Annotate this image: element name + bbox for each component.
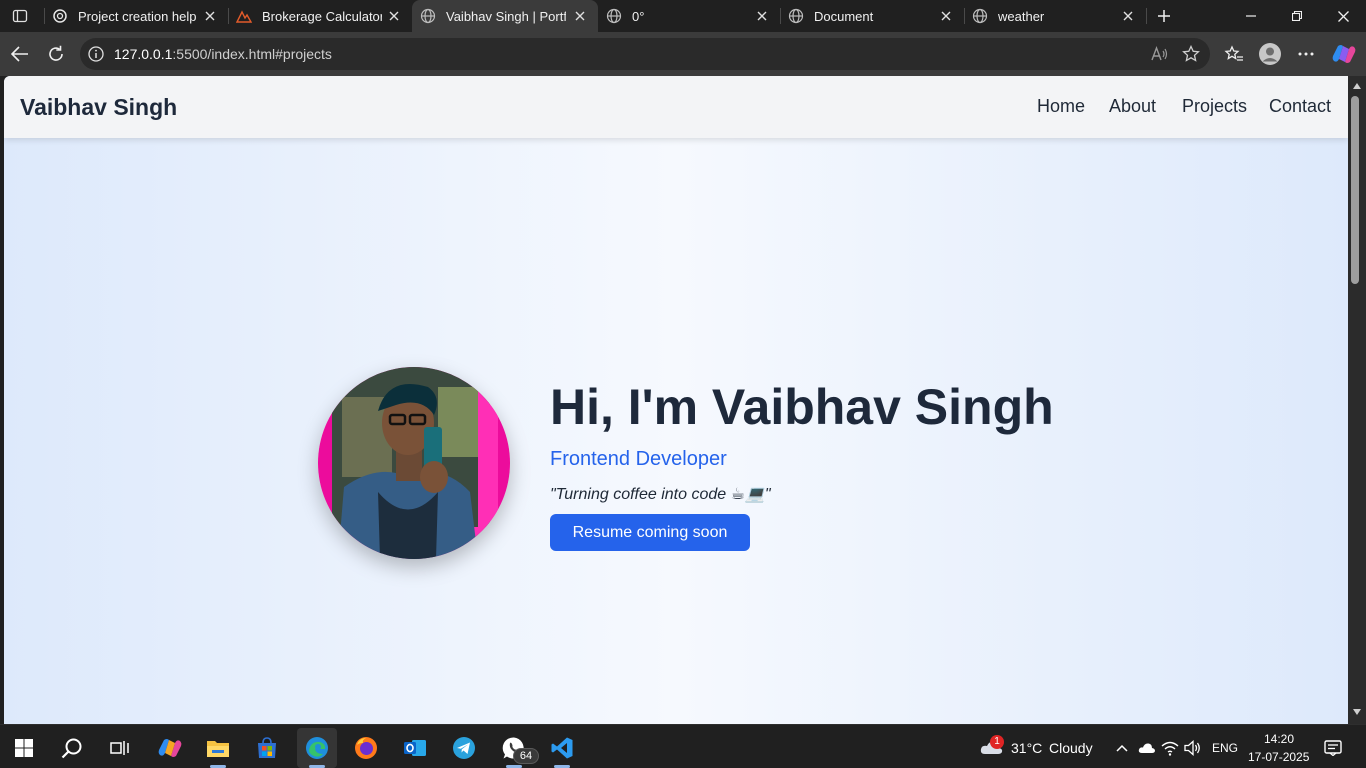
- globe-icon: [606, 8, 622, 24]
- site-brand[interactable]: Vaibhav Singh: [20, 94, 177, 121]
- close-tab-icon[interactable]: [754, 8, 770, 24]
- page-viewport: Vaibhav Singh Home About Projects Contac…: [4, 76, 1348, 724]
- nav-link-about[interactable]: About: [1109, 96, 1156, 117]
- file-explorer-icon[interactable]: [198, 728, 238, 768]
- read-aloud-icon[interactable]: [1146, 40, 1174, 68]
- favorite-star-icon[interactable]: [1177, 40, 1205, 68]
- tab-title: 0°: [632, 8, 645, 24]
- tab-title: Document: [814, 8, 874, 24]
- chatgpt-icon: [52, 8, 68, 24]
- resume-button[interactable]: Resume coming soon: [550, 514, 750, 551]
- site-navbar: Vaibhav Singh Home About Projects Contac…: [4, 76, 1348, 138]
- notification-center-icon[interactable]: [1323, 738, 1343, 758]
- site-info-icon[interactable]: [88, 46, 104, 62]
- nav-link-contact[interactable]: Contact: [1269, 96, 1331, 117]
- back-arrow-icon[interactable]: [6, 40, 34, 68]
- url-host: 127.0.0.1: [114, 46, 173, 62]
- weather-description[interactable]: Cloudy: [1049, 740, 1093, 756]
- refresh-icon[interactable]: [42, 40, 70, 68]
- firefox-icon[interactable]: [346, 728, 386, 768]
- tab-actions-icon[interactable]: [8, 4, 32, 28]
- tab-document[interactable]: Document: [780, 0, 964, 32]
- restore-icon[interactable]: [1274, 0, 1320, 32]
- onedrive-cloud-icon[interactable]: [1137, 738, 1157, 758]
- hero-quote: "Turning coffee into code ☕💻": [550, 486, 771, 503]
- tab-project-creation-help[interactable]: Project creation help: [44, 0, 228, 32]
- tab-title: Project creation help: [78, 8, 197, 24]
- weather-temperature[interactable]: 31°C: [1011, 740, 1042, 756]
- tab-portfolio[interactable]: Vaibhav Singh | Portfolio: [412, 0, 598, 32]
- copilot-app-icon[interactable]: [150, 728, 190, 768]
- clock-date[interactable]: 17-07-2025: [1248, 750, 1309, 764]
- edge-browser-icon[interactable]: [297, 728, 337, 768]
- task-view-icon[interactable]: [100, 728, 140, 768]
- scrollbar-thumb[interactable]: [1351, 96, 1359, 284]
- search-icon[interactable]: [52, 728, 92, 768]
- scroll-up-icon[interactable]: [1350, 80, 1364, 92]
- url-path: :5500/index.html#projects: [172, 46, 332, 62]
- hero-subtitle: Frontend Developer: [550, 448, 727, 470]
- tab-separator: [1146, 8, 1147, 24]
- tab-weather[interactable]: weather: [964, 0, 1146, 32]
- close-tab-icon[interactable]: [1120, 8, 1136, 24]
- telegram-icon[interactable]: [444, 728, 484, 768]
- microsoft-store-icon[interactable]: [247, 728, 287, 768]
- nav-link-projects[interactable]: Projects: [1182, 96, 1247, 117]
- vscode-icon[interactable]: [542, 728, 582, 768]
- url-text[interactable]: 127.0.0.1:5500/index.html#projects: [114, 46, 332, 62]
- close-tab-icon[interactable]: [202, 8, 218, 24]
- close-tab-icon[interactable]: [386, 8, 402, 24]
- start-windows-icon[interactable]: [4, 728, 44, 768]
- outlook-icon[interactable]: [395, 728, 435, 768]
- clock-time[interactable]: 14:20: [1264, 732, 1294, 746]
- weather-alert-badge: 1: [990, 735, 1004, 749]
- whatsapp-unread-badge: 64: [513, 748, 539, 764]
- nav-link-home[interactable]: Home: [1037, 96, 1085, 117]
- tab-zero-degrees[interactable]: 0°: [598, 0, 780, 32]
- profile-photo: [318, 367, 510, 559]
- tab-title: Vaibhav Singh | Portfolio: [446, 8, 566, 24]
- hero-title: Hi, I'm Vaibhav Singh: [550, 379, 1054, 435]
- scroll-down-icon[interactable]: [1350, 706, 1364, 718]
- profile-avatar-icon[interactable]: [1256, 40, 1284, 68]
- close-tab-icon[interactable]: [938, 8, 954, 24]
- tab-brokerage-calculator[interactable]: Brokerage Calculator - Z: [228, 0, 412, 32]
- volume-icon[interactable]: [1183, 738, 1203, 758]
- chevron-up-icon[interactable]: [1112, 738, 1132, 758]
- globe-icon: [420, 8, 436, 24]
- tab-title: Brokerage Calculator - Z: [262, 8, 382, 24]
- zerodha-icon: [236, 8, 252, 24]
- globe-icon: [972, 8, 988, 24]
- language-indicator[interactable]: ENG: [1212, 741, 1238, 755]
- wifi-icon[interactable]: [1160, 738, 1180, 758]
- more-options-icon[interactable]: [1292, 40, 1320, 68]
- close-window-icon[interactable]: [1320, 0, 1366, 32]
- close-tab-icon[interactable]: [572, 8, 588, 24]
- copilot-icon[interactable]: [1330, 40, 1358, 68]
- tab-title: weather: [998, 8, 1045, 24]
- globe-icon: [788, 8, 804, 24]
- favorites-icon[interactable]: [1220, 40, 1248, 68]
- new-tab-icon[interactable]: [1152, 4, 1176, 28]
- minimize-icon[interactable]: [1228, 0, 1274, 32]
